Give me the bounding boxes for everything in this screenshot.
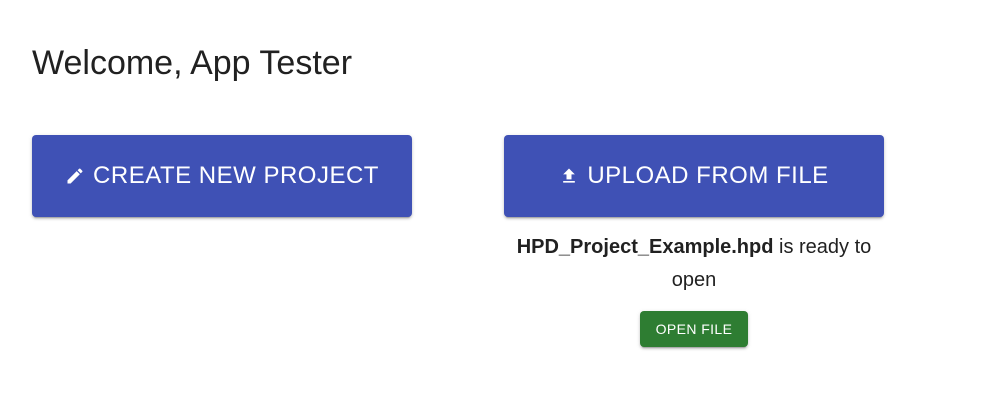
create-new-project-button[interactable]: CREATE NEW PROJECT	[32, 135, 412, 217]
upload-status-message: HPD_Project_Example.hpd is ready to open	[504, 231, 884, 297]
upload-icon	[559, 166, 579, 186]
open-file-button[interactable]: OPEN FILE	[640, 311, 748, 347]
upload-from-file-label: UPLOAD FROM FILE	[587, 162, 829, 189]
uploaded-file-name: HPD_Project_Example.hpd	[516, 236, 774, 258]
upload-from-file-button[interactable]: UPLOAD FROM FILE	[504, 135, 884, 217]
create-new-project-label: CREATE NEW PROJECT	[93, 162, 379, 189]
pencil-icon	[65, 166, 85, 186]
welcome-heading: Welcome, App Tester	[32, 44, 353, 82]
